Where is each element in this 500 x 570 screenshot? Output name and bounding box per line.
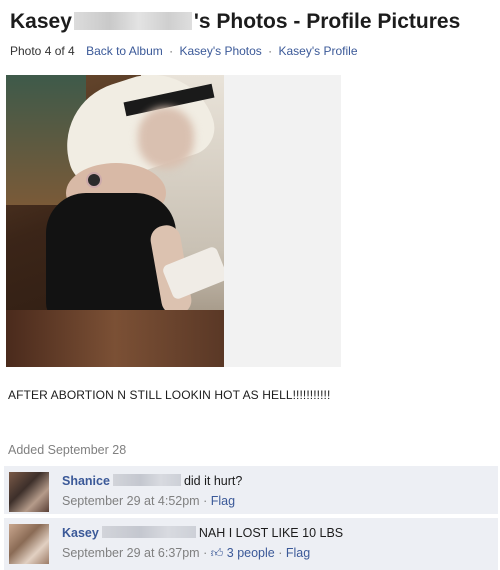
- added-date: Added September 28: [8, 443, 127, 457]
- photo-viewer: [6, 75, 341, 367]
- comment-text: did it hurt?: [183, 474, 243, 488]
- redacted-surname: [73, 12, 192, 30]
- flag-link[interactable]: Flag: [286, 546, 310, 560]
- comment: Kasey NAH I LOST LIKE 10 LBS September 29…: [4, 518, 498, 570]
- photo-blurred-face: [138, 107, 194, 169]
- comment: Shanice did it hurt? September 29 at 4:52…: [4, 466, 498, 514]
- photo-navigation: Photo 4 of 4 Back to Album · Kasey's Pho…: [10, 44, 358, 58]
- nav-separator: ·: [268, 44, 273, 58]
- photo-count: Photo 4 of 4: [10, 44, 75, 58]
- commenter-name-link[interactable]: Kasey: [62, 526, 99, 540]
- comment-timestamp: September 29 at 6:37pm: [62, 546, 200, 560]
- meta-separator: ·: [278, 546, 283, 560]
- thumbs-up-icon: 👍︎: [210, 546, 224, 560]
- likes-link[interactable]: 3 people: [227, 546, 275, 560]
- profile-photo[interactable]: [6, 75, 224, 367]
- photo-caption: AFTER ABORTION N STILL LOOKIN HOT AS HEL…: [8, 388, 331, 402]
- photo-floor: [6, 310, 224, 367]
- back-to-album-link[interactable]: Back to Album: [86, 44, 163, 58]
- commenter-name-link[interactable]: Shanice: [62, 474, 110, 488]
- flag-link[interactable]: Flag: [211, 494, 235, 508]
- photos-link[interactable]: Kasey's Photos: [179, 44, 261, 58]
- comment-timestamp: September 29 at 4:52pm: [62, 494, 200, 508]
- comment-meta: September 29 at 6:37pm · 👍︎ 3 people · F…: [62, 546, 310, 561]
- profile-link[interactable]: Kasey's Profile: [279, 44, 358, 58]
- comment-meta: September 29 at 4:52pm · Flag: [62, 494, 235, 508]
- avatar[interactable]: [9, 472, 49, 512]
- comment-body: Shanice did it hurt?: [62, 474, 242, 488]
- meta-separator: ·: [203, 494, 208, 508]
- comment-body: Kasey NAH I LOST LIKE 10 LBS: [62, 526, 343, 540]
- comment-text: NAH I LOST LIKE 10 LBS: [198, 526, 344, 540]
- title-rest: 's Photos - Profile Pictures: [193, 10, 461, 33]
- title-owner-name: Kasey: [10, 10, 72, 33]
- page-title: Kasey 's Photos - Profile Pictures: [10, 10, 460, 34]
- nav-separator: ·: [169, 44, 174, 58]
- avatar[interactable]: [9, 524, 49, 564]
- redacted-surname: [101, 526, 196, 538]
- photo-necklace: [86, 172, 102, 188]
- meta-separator: ·: [203, 546, 208, 560]
- redacted-surname: [112, 474, 181, 486]
